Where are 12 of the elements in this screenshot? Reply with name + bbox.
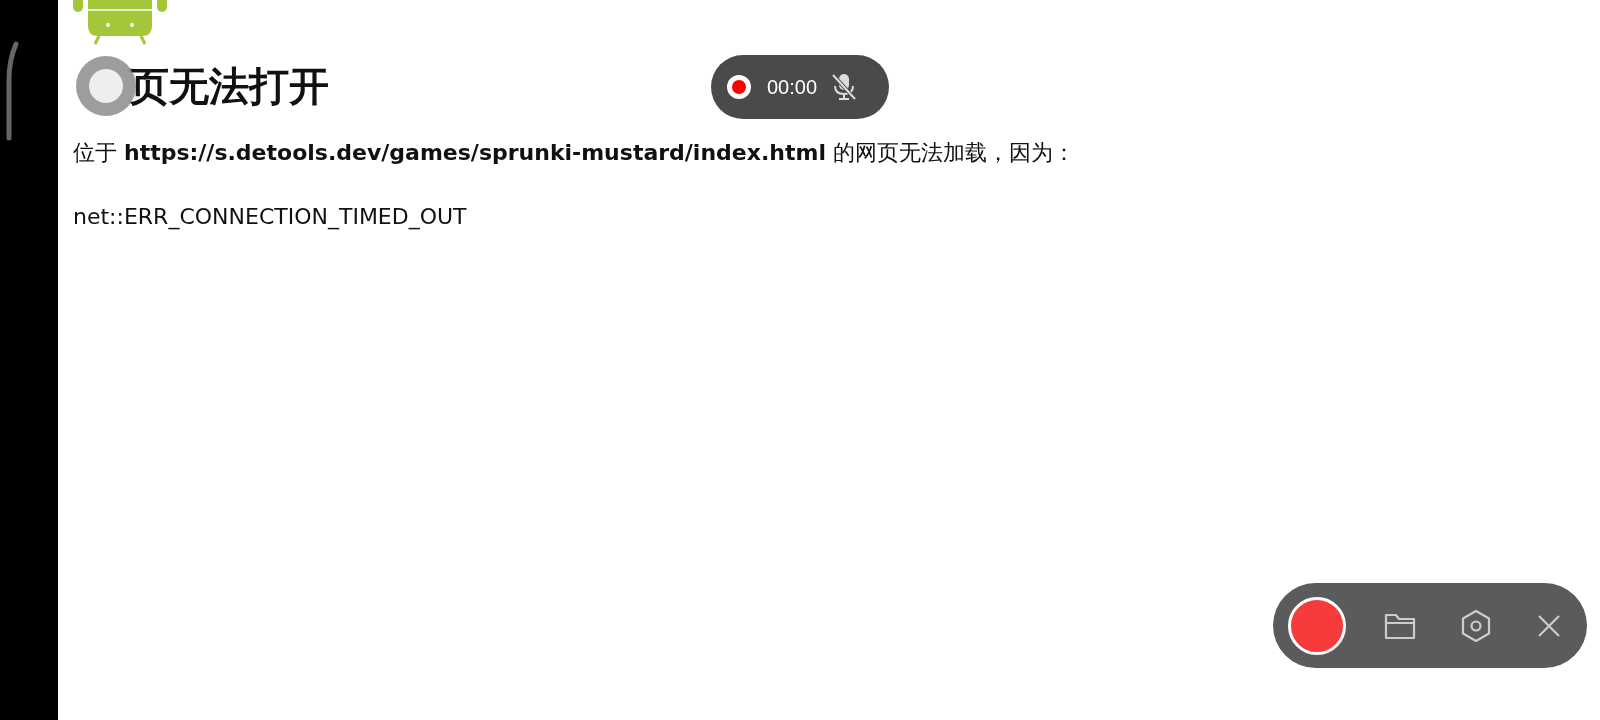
record-button[interactable] xyxy=(1288,596,1346,655)
error-message: 位于 https://s.detools.dev/games/sprunki-mustard/index.html 的网页无法加载，因为： xyxy=(73,139,1075,167)
settings-icon[interactable] xyxy=(1460,608,1492,643)
android-icon xyxy=(73,0,167,46)
close-icon[interactable] xyxy=(1536,612,1562,639)
record-icon xyxy=(725,73,753,101)
folder-icon[interactable] xyxy=(1384,611,1416,640)
recording-timer: 00:00 xyxy=(767,75,818,99)
error-code: net::ERR_CONNECTION_TIMED_OUT xyxy=(73,203,467,232)
microphone-icon[interactable] xyxy=(831,72,858,102)
page-heading: 页无法打开 xyxy=(129,62,329,111)
edge-handle[interactable] xyxy=(5,40,19,142)
